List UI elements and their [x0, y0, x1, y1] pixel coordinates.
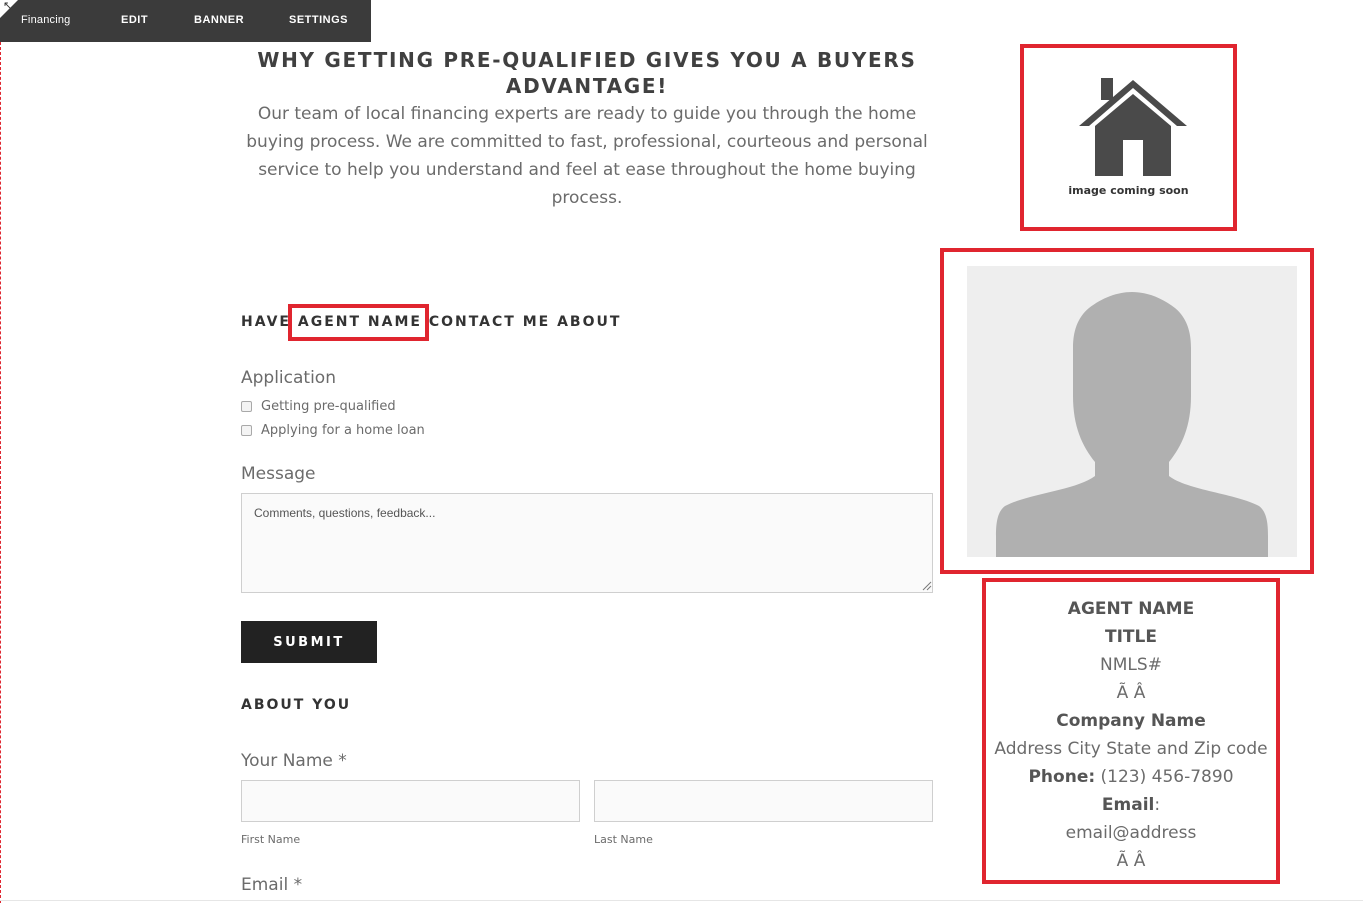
house-icon [1079, 78, 1187, 176]
intro-paragraph: Our team of local financing experts are … [246, 104, 928, 208]
checkbox[interactable] [241, 401, 252, 412]
company-address: Address City State and Zip code [994, 739, 1268, 759]
agent-name: AGENT NAME [1067, 599, 1195, 619]
agent-name-highlight [288, 304, 429, 341]
last-name-input[interactable] [594, 780, 933, 822]
page-name: Financing [21, 14, 71, 26]
phone-label: Phone: [1028, 767, 1096, 787]
last-name-sublabel: Last Name [594, 833, 653, 846]
resize-handle-icon[interactable] [922, 581, 932, 591]
email-label: Email * [241, 875, 303, 895]
about-you-heading: ABOUT YOU [241, 697, 352, 713]
agent-title: TITLE [1105, 627, 1157, 647]
first-name-input[interactable] [241, 780, 580, 822]
email-colon: : [1154, 795, 1161, 815]
image-coming-soon-text: image coming soon [1068, 184, 1189, 197]
first-name-sublabel: First Name [241, 833, 301, 846]
person-silhouette-icon [996, 292, 1268, 557]
your-name-label: Your Name * [241, 751, 347, 771]
contact-heading-suffix: CONTACT ME ABOUT [421, 314, 622, 330]
agent-nmls: NMLS# [1100, 655, 1162, 675]
encoding-artifact: Ã Â [1116, 851, 1146, 871]
divider [0, 900, 1363, 901]
submit-button[interactable]: SUBMIT [241, 621, 377, 663]
image-coming-soon: image coming soon [1020, 44, 1237, 231]
checkbox-label: Applying for a home loan [261, 423, 425, 438]
editor-toolbar: ↖ Financing EDIT BANNER SETTINGS [0, 0, 371, 42]
page-boundary-dashed [0, 42, 1, 903]
agent-photo-frame [940, 248, 1314, 574]
message-textarea[interactable] [241, 493, 933, 593]
page-title: WHY GETTING PRE-QUALIFIED GIVES YOU A BU… [257, 48, 917, 98]
settings-button[interactable]: SETTINGS [289, 13, 348, 27]
banner-button[interactable]: BANNER [194, 13, 244, 27]
checkbox-getting-prequalified[interactable]: Getting pre-qualified [241, 399, 396, 414]
collapse-arrow-icon[interactable]: ↖ [3, 1, 12, 12]
edit-button[interactable]: EDIT [121, 13, 148, 27]
email-label-card: Email [1101, 795, 1155, 815]
phone-row: Phone: (123) 456-7890 [986, 763, 1276, 791]
company-name: Company Name [1056, 711, 1206, 731]
phone-number: (123) 456-7890 [1095, 767, 1234, 787]
message-label: Message [241, 464, 316, 484]
email-row: Email: [986, 791, 1276, 819]
agent-info-card: AGENT NAME TITLE NMLS# Ã Â Company Name … [982, 578, 1280, 884]
application-label: Application [241, 368, 336, 388]
agent-photo [967, 266, 1297, 557]
checkbox-applying-home-loan[interactable]: Applying for a home loan [241, 423, 425, 438]
email-address[interactable]: email@address [986, 819, 1276, 847]
encoding-artifact: Ã Â [1116, 683, 1146, 703]
checkbox[interactable] [241, 425, 252, 436]
checkbox-label: Getting pre-qualified [261, 399, 396, 414]
